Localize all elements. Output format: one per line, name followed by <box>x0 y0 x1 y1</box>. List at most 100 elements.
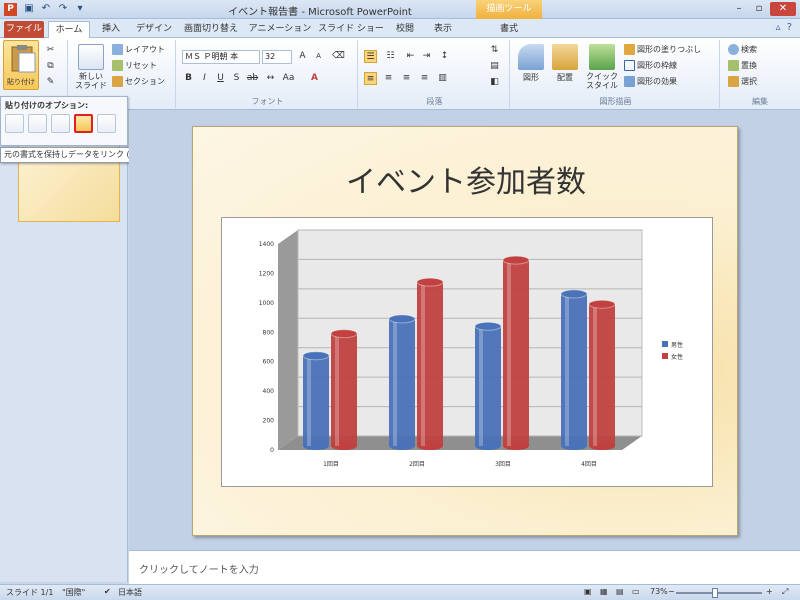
zoom-slider-thumb[interactable] <box>712 588 718 598</box>
format-painter-icon[interactable]: ✎ <box>44 76 57 89</box>
cut-icon[interactable]: ✂ <box>44 44 57 57</box>
font-color-icon[interactable]: A <box>308 72 321 85</box>
quick-styles-button[interactable]: クイック スタイル <box>584 44 620 90</box>
zoom-slider[interactable] <box>676 592 762 594</box>
bar-top <box>302 351 330 361</box>
char-spacing-icon[interactable]: ↔ <box>264 72 277 85</box>
select-button[interactable]: 選択 <box>728 76 757 87</box>
slide[interactable]: イベント参加者数 0 200 400 600 800 1000 1200 1400 1回目 2回目… <box>192 126 738 536</box>
zoom-in-icon[interactable]: + <box>766 587 773 596</box>
justify-icon[interactable]: ≡ <box>418 72 431 85</box>
tab-transitions[interactable]: 画面切り替え <box>180 21 242 38</box>
replace-button[interactable]: 置換 <box>728 60 757 71</box>
new-slide-button[interactable]: 新しい スライド <box>74 44 108 90</box>
status-zoom-level[interactable]: 73% <box>650 587 668 596</box>
underline-icon[interactable]: U <box>214 72 227 85</box>
paste-options-icons <box>5 114 116 133</box>
tab-review[interactable]: 校閲 <box>388 21 422 38</box>
paste-use-destination-theme-icon[interactable] <box>5 114 24 133</box>
notes-placeholder: クリックしてノートを入力 <box>139 565 259 576</box>
layout-button[interactable]: レイアウト <box>112 44 165 55</box>
tab-view[interactable]: 表示 <box>426 21 460 38</box>
y-tick-label: 1200 <box>259 270 274 277</box>
section-icon <box>112 76 123 87</box>
maximize-icon[interactable]: ▫ <box>750 2 768 16</box>
window-title: イベント報告書 - Microsoft PowerPoint <box>228 7 412 18</box>
normal-view-icon[interactable]: ▣ <box>584 587 592 596</box>
paste-picture-icon[interactable] <box>97 114 116 133</box>
bar-base <box>475 442 501 450</box>
minimize-ribbon-icon[interactable]: ▵ <box>776 22 781 33</box>
paste-button[interactable]: 貼り付け <box>3 40 39 90</box>
customize-icon[interactable]: ▾ <box>73 2 87 16</box>
tab-design[interactable]: デザイン <box>132 21 176 38</box>
drawing-group: 図形 配置 クイック スタイル 図形の塗りつぶし 図形の枠線 図形の効果 図形描… <box>512 40 720 108</box>
find-button[interactable]: 検索 <box>728 44 757 55</box>
increase-indent-icon[interactable]: ⇥ <box>420 50 433 63</box>
text-direction-icon[interactable]: ⇅ <box>488 44 501 57</box>
legend-label: 女性 <box>671 353 683 361</box>
shape-fill-button[interactable]: 図形の塗りつぶし <box>624 44 701 55</box>
tab-insert[interactable]: 挿入 <box>94 21 128 38</box>
copy-icon[interactable]: ⧉ <box>44 60 57 73</box>
clear-format-icon[interactable]: ⌫ <box>332 50 345 63</box>
align-right-icon[interactable]: ≡ <box>400 72 413 85</box>
decrease-indent-icon[interactable]: ⇤ <box>404 50 417 63</box>
font-name-combo[interactable]: ＭＳ Ｐ明朝 本 <box>182 50 260 64</box>
redo-icon[interactable]: ↷ <box>56 2 70 16</box>
close-icon[interactable]: ✕ <box>770 2 796 16</box>
columns-icon[interactable]: ▥ <box>436 72 449 85</box>
italic-icon[interactable]: I <box>198 72 211 85</box>
align-text-icon[interactable]: ▤ <box>488 60 501 73</box>
arrange-button[interactable]: 配置 <box>550 44 580 83</box>
shape-effects-button[interactable]: 図形の効果 <box>624 76 677 87</box>
align-left-icon[interactable]: ≡ <box>364 72 377 85</box>
smartart-icon[interactable]: ◧ <box>488 76 501 89</box>
change-case-icon[interactable]: Aa <box>282 72 295 85</box>
numbering-icon[interactable]: ☷ <box>384 50 397 63</box>
paste-keep-source-link-icon[interactable] <box>74 114 93 133</box>
zoom-out-icon[interactable]: − <box>668 587 675 596</box>
bar-base <box>417 442 443 450</box>
powerpoint-logo-icon[interactable]: P <box>4 3 17 16</box>
shrink-font-icon[interactable]: A <box>312 50 325 63</box>
chart-frame[interactable]: 0 200 400 600 800 1000 1200 1400 1回目 2回目 3回目 4回目 男性女… <box>221 217 713 487</box>
tab-format[interactable]: 書式 <box>486 21 532 38</box>
line-spacing-icon[interactable]: ↕ <box>438 50 451 63</box>
tab-file[interactable]: ファイル <box>4 21 44 38</box>
shapes-label: 図形 <box>523 73 539 82</box>
fit-to-window-icon[interactable]: ⤢ <box>782 587 788 597</box>
status-language[interactable]: 日本語 <box>118 587 142 598</box>
slide-title[interactable]: イベント参加者数 <box>193 157 739 201</box>
reading-view-icon[interactable]: ▤ <box>616 587 624 596</box>
slide-sorter-icon[interactable]: ▦ <box>600 587 608 596</box>
bold-icon[interactable]: B <box>182 72 195 85</box>
help-icon[interactable]: ? <box>787 22 792 33</box>
tab-home[interactable]: ホーム <box>48 21 90 39</box>
reset-button[interactable]: リセット <box>112 60 157 71</box>
section-button[interactable]: セクション <box>112 76 165 87</box>
fill-icon <box>624 44 635 55</box>
bar-女性-3回目 <box>503 260 529 446</box>
slideshow-icon[interactable]: ▭ <box>632 587 640 596</box>
notes-pane[interactable]: クリックしてノートを入力 <box>129 550 800 584</box>
shapes-button[interactable]: 図形 <box>516 44 546 83</box>
minimize-icon[interactable]: – <box>730 2 748 16</box>
paste-keep-source-formatting-icon[interactable] <box>28 114 47 133</box>
tab-animations[interactable]: アニメーション <box>246 21 314 38</box>
x-tick-label: 1回目 <box>323 461 339 468</box>
save-icon[interactable]: ▣ <box>22 2 36 16</box>
paste-embed-icon[interactable] <box>51 114 70 133</box>
tab-slideshow[interactable]: スライド ショー <box>318 21 384 38</box>
bar-highlight <box>565 293 569 446</box>
shadow-icon[interactable]: S <box>230 72 243 85</box>
strikethrough-icon[interactable]: ab <box>246 72 259 85</box>
font-size-combo[interactable]: 32 <box>262 50 292 64</box>
grow-font-icon[interactable]: A <box>296 50 309 63</box>
align-center-icon[interactable]: ≡ <box>382 72 395 85</box>
undo-icon[interactable]: ↶ <box>39 2 53 16</box>
chart-side-wall <box>278 230 298 450</box>
shape-outline-button[interactable]: 図形の枠線 <box>624 60 677 71</box>
spell-check-icon[interactable]: ✔ <box>104 587 111 596</box>
bullets-icon[interactable]: ☰ <box>364 50 377 63</box>
